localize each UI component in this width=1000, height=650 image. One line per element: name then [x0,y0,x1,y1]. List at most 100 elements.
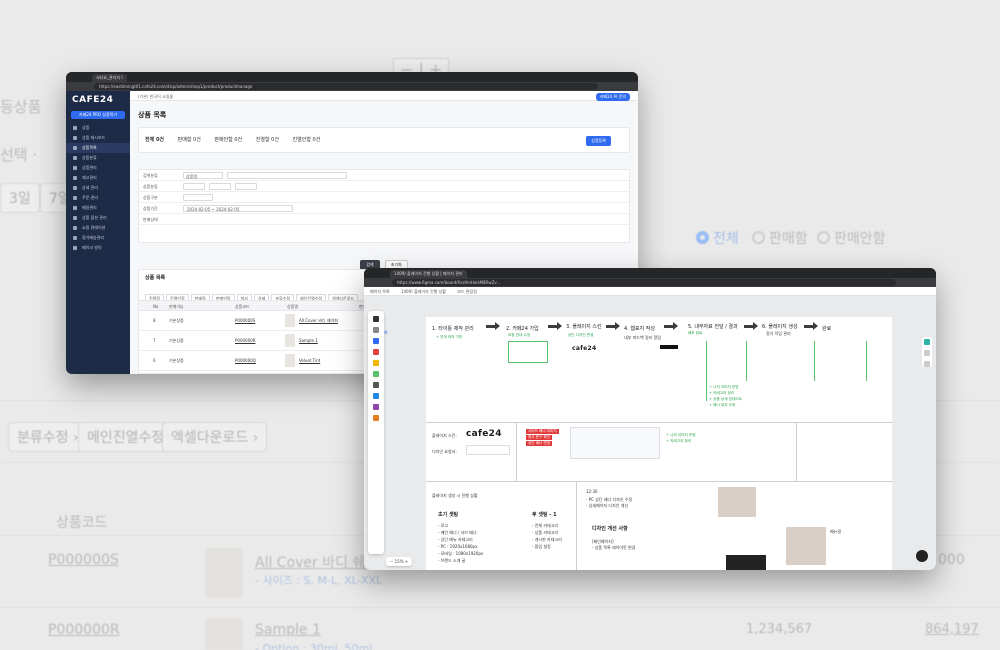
browser-tab[interactable]: 서타요_관리자 I [92,74,127,82]
whiteboard-window: 1409) 플레이지 진행 상황 | 페이지 관리 https://www.fi… [364,268,936,570]
sidebar-item[interactable]: 메이크 빌릭 [66,243,130,253]
product-thumbnail[interactable] [285,314,295,327]
list-item: - 상품 카테고리 [532,530,559,535]
note-time: 12:30 [586,489,598,494]
right-panel [922,337,932,367]
address-bar-row: https://eastlimingt01.cafe24.com/disp/ad… [66,82,638,91]
shop-select[interactable]: (기본) 한국어 쇼핑몰 [138,94,173,99]
hand-tool-icon[interactable] [373,327,379,333]
filter-label-period: 상품기간 [143,206,158,211]
sidebar-item[interactable]: 쇼핑 큐레이션 [66,223,130,233]
connector-tool-icon[interactable] [373,393,379,399]
row-name[interactable]: Sample 1 [299,338,318,343]
browser-tab-2[interactable]: 1409) 플레이지 진행 상황 | 페이지 관리 [390,270,467,278]
list-item: - 상단 메뉴 카테고리 [438,537,473,542]
row-number: 6 [153,358,156,363]
row-status: 기본상품 [169,318,184,323]
sidebar-item[interactable]: 상품관리 [66,163,130,173]
collab-icon[interactable] [924,339,930,345]
sidebar-item[interactable]: 상세 관리 [66,183,130,193]
flow-note: 내부 피드백 정리 알림 [624,335,661,340]
pro-button[interactable]: 카페24 PRO 상품목기 [71,111,125,119]
sidebar-item[interactable]: 주문 관리 [66,193,130,203]
admin-sidebar: CAFE24 카페24 PRO 상품목기 상품 상품 대시보드 상품목록 상품분류 상품… [66,91,130,374]
category-select-3[interactable] [235,183,257,190]
row-code[interactable]: P000000R [235,338,255,343]
red-tag: 상단 배너 변경 [526,441,553,446]
screenshot-card [570,427,660,459]
bg-col-code: 상품코드 [56,515,108,531]
address-bar-row-2: https://www.figma.com/board/Xss9mHalsM8R… [364,278,936,287]
tab-selling[interactable]: 판매함 0건 [178,137,201,143]
red-tag: 광고 문구 확인 [526,435,553,440]
tab-displayed[interactable]: 진열함 0건 [256,137,279,143]
flow-arrow-icon [548,322,562,331]
bg-radio-all: 전체 [696,228,739,248]
flow-note: + 연계 제작 기반 [436,335,463,339]
text-tool-icon[interactable] [373,382,379,388]
more-tools-icon[interactable] [373,415,379,421]
note-line: - 상품 목록 레이아웃 변경 [592,545,636,550]
flow-arrow-icon [664,322,678,331]
row-number: 8 [153,318,156,323]
comment-icon[interactable] [924,350,930,356]
list-item: - PC : 1920x1080px [438,544,478,549]
sidebar-item[interactable]: 상품 옵션 관리 [66,213,130,223]
row-status: 기본상품 [169,358,184,363]
zoom-level: 15% [394,559,404,564]
flow-arrow-icon [606,322,620,331]
product-thumbnail[interactable] [285,334,295,347]
flow-arrow-icon [486,322,500,331]
sidebar-item[interactable]: 상품 대시보드 [66,133,130,143]
board-title[interactable]: 1409) 플레이지 진행 상황 [401,289,446,294]
board-menu[interactable]: 페이지 목록 [370,289,390,294]
ai-help-button[interactable]: 카페24 AI 문의 [595,93,630,101]
sidebar-item[interactable]: 메일관리 [66,203,130,213]
flow-step-5: 5. 내부자료 전달 / 결과 [688,324,738,330]
tab-all[interactable]: 전체 0건 [145,137,164,143]
row-code[interactable]: P000000Q [235,358,256,363]
filter-label-search: 검색분류 [143,173,158,178]
bg-label: 등상품 [0,98,42,116]
tab-not-selling[interactable]: 판매안함 0건 [214,137,242,143]
flow-step-1: 1. 타이틀 제작 관리 [432,326,474,332]
sticky-note-icon[interactable] [373,360,379,366]
shape-tool-icon[interactable] [373,371,379,377]
image-tool-icon[interactable] [373,404,379,410]
skin-label: 플레이지 스킨: [432,433,457,438]
filter-label-type: 상품구분 [143,195,158,200]
type-select[interactable] [183,194,213,201]
category-select-2[interactable] [209,183,231,190]
pen-tool-icon[interactable] [373,338,379,344]
bg-3day-button: 3일 [0,183,40,213]
url-field[interactable]: https://eastlimingt01.cafe24.com/disp/ad… [94,83,598,90]
share-icon[interactable] [924,361,930,367]
row-name[interactable]: Velvet Tint [299,358,320,363]
sidebar-item[interactable]: 재고관리 [66,173,130,183]
sidebar-item[interactable]: 상품 [66,123,130,133]
search-type-select[interactable]: 상품명 [183,172,223,179]
date-range-input[interactable]: 2024-02-05 ~ 2024-02-05 [183,205,293,212]
note-line: - 상세페이지 디자인 개선 [586,503,629,508]
chat-icon[interactable] [916,550,928,562]
page-title: 상품 목록 [138,111,167,119]
design-improvements-title: 디자인 개선 사항 [592,526,628,532]
sidebar-item[interactable]: 정기배송관리 [66,233,130,243]
zoom-control[interactable]: − 15% + [386,557,413,566]
cafe24-logo[interactable]: CAFE24 [66,91,130,109]
sidebar-item[interactable]: 상품분류 [66,153,130,163]
category-select-1[interactable] [183,183,205,190]
tab-hidden[interactable]: 진열안함 0건 [293,137,321,143]
row-name[interactable]: All Cover 바디 쉐이퍼 [299,318,338,324]
sidebar-item[interactable]: 상품목록 [66,143,130,153]
board-canvas[interactable]: 1. 타이틀 제작 관리 2. 카페24 가입 3. 플레이지 스킨 4. 웹표… [426,317,892,570]
marker-tool-icon[interactable] [373,349,379,355]
row-code[interactable]: P000000S [235,318,255,323]
select-tool-icon[interactable] [373,316,379,322]
search-filter-panel: 검색분류 상품명 상품분류 상품구분 상품기간 2024-02-05 ~ 2024-… [138,169,630,243]
search-input[interactable] [227,172,347,179]
url-field-2[interactable]: https://www.figma.com/board/Xss9mHalsM8R… [392,279,896,286]
register-product-button[interactable]: 상품등록 [586,136,611,146]
bottom-title: 플레이지 생성 시 진행 상황 [432,493,478,498]
product-thumbnail[interactable] [285,354,295,367]
